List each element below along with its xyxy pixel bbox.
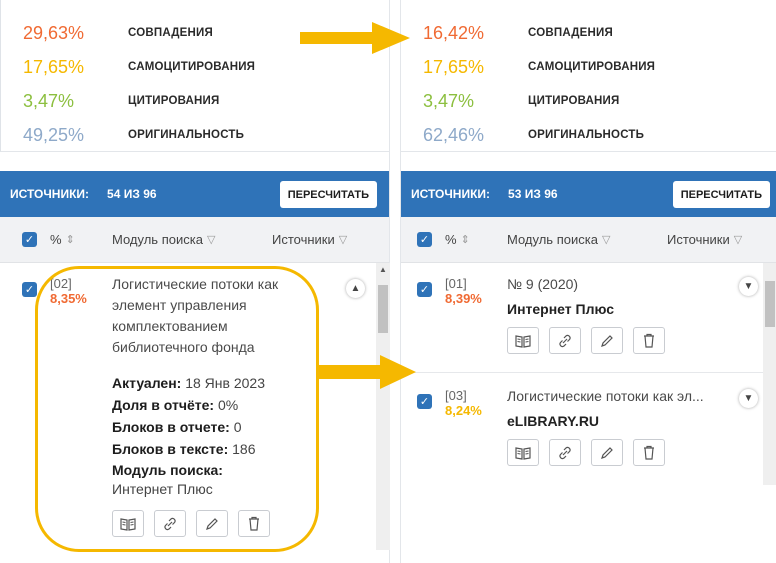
sort-percent[interactable]: % ⇕ bbox=[445, 232, 470, 247]
link-icon[interactable] bbox=[549, 439, 581, 466]
stat-pct: 49,25% bbox=[23, 124, 85, 145]
trash-icon[interactable] bbox=[633, 439, 665, 466]
stat-pct: 29,63% bbox=[23, 22, 85, 43]
source-index: [03] bbox=[445, 388, 467, 403]
source-index: [01] bbox=[445, 276, 467, 291]
filter-module[interactable]: Модуль поиска ▽ bbox=[112, 232, 215, 247]
source-name: Интернет Плюс bbox=[507, 301, 615, 317]
checkbox-icon: ✓ bbox=[417, 394, 432, 409]
source-tools bbox=[507, 439, 737, 466]
chevron-down-icon[interactable]: ▼ bbox=[739, 277, 758, 296]
stat-pct: 3,47% bbox=[23, 90, 75, 111]
source-details: № 9 (2020) Интернет Плюс bbox=[507, 274, 737, 354]
scrollbar-thumb[interactable] bbox=[765, 281, 775, 327]
sort-percent[interactable]: % ⇕ bbox=[50, 232, 75, 247]
checkbox-icon: ✓ bbox=[417, 282, 432, 297]
filter-icon: ▽ bbox=[601, 234, 611, 246]
link-icon[interactable] bbox=[549, 327, 581, 354]
stat-citation: 3,47% ЦИТИРОВАНИЯ bbox=[423, 84, 620, 118]
stat-label: ОРИГИНАЛЬНОСТЬ bbox=[528, 129, 645, 141]
stat-matches: 16,42% СОВПАДЕНИЯ bbox=[423, 16, 613, 50]
recalculate-button[interactable]: ПЕРЕСЧИТАТЬ bbox=[279, 181, 377, 208]
stat-label: СОВПАДЕНИЯ bbox=[128, 27, 213, 39]
chevron-down-icon[interactable]: ▼ bbox=[739, 389, 758, 408]
column-label: Модуль поиска bbox=[507, 232, 598, 247]
source-name: eLIBRARY.RU bbox=[507, 413, 600, 429]
source-checkbox[interactable]: ✓ bbox=[22, 280, 37, 298]
sort-icon: ⇕ bbox=[460, 234, 470, 246]
sources-title: ИСТОЧНИКИ: bbox=[10, 187, 90, 201]
column-label: % bbox=[445, 232, 457, 247]
highlight-outline bbox=[35, 266, 319, 552]
stat-originality: 62,46% ОРИГИНАЛЬНОСТЬ bbox=[423, 118, 644, 152]
filter-icon: ▽ bbox=[733, 234, 743, 246]
filter-icon: ▽ bbox=[338, 234, 348, 246]
column-label: % bbox=[50, 232, 62, 247]
stats-block: 16,42% СОВПАДЕНИЯ 17,65% САМОЦИТИРОВАНИЯ… bbox=[401, 0, 776, 152]
filter-sources[interactable]: Источники ▽ bbox=[667, 232, 742, 247]
scrollbar[interactable]: ▲ bbox=[376, 263, 390, 550]
source-checkbox[interactable]: ✓ bbox=[417, 392, 432, 410]
scrollbar-thumb[interactable] bbox=[378, 285, 388, 333]
source-tools bbox=[507, 327, 737, 354]
sources-title: ИСТОЧНИКИ: bbox=[411, 187, 491, 201]
stat-pct: 17,65% bbox=[23, 56, 85, 77]
column-label: Источники bbox=[272, 232, 335, 247]
filter-icon: ▽ bbox=[206, 234, 216, 246]
sources-header: ИСТОЧНИКИ: 54 ИЗ 96 ПЕРЕСЧИТАТЬ bbox=[0, 171, 389, 217]
stat-originality: 49,25% ОРИГИНАЛЬНОСТЬ bbox=[23, 118, 244, 152]
stat-self-citation: 17,65% САМОЦИТИРОВАНИЯ bbox=[23, 50, 255, 84]
stat-pct: 62,46% bbox=[423, 124, 485, 145]
row-divider bbox=[401, 372, 763, 373]
checkbox-icon: ✓ bbox=[22, 282, 37, 297]
source-title[interactable]: Логистические потоки как эл... bbox=[507, 386, 737, 407]
stat-pct: 17,65% bbox=[423, 56, 485, 77]
scrollbar[interactable] bbox=[763, 263, 776, 485]
sources-count: 54 ИЗ 96 bbox=[107, 187, 157, 201]
source-title[interactable]: № 9 (2020) bbox=[507, 274, 737, 295]
trash-icon[interactable] bbox=[633, 327, 665, 354]
stat-label: СОВПАДЕНИЯ bbox=[528, 27, 613, 39]
stat-self-citation: 17,65% САМОЦИТИРОВАНИЯ bbox=[423, 50, 655, 84]
stat-label: САМОЦИТИРОВАНИЯ bbox=[528, 61, 656, 73]
arrow-right-icon bbox=[318, 355, 416, 389]
column-label: Источники bbox=[667, 232, 730, 247]
chevron-up-icon[interactable]: ▲ bbox=[346, 279, 365, 298]
sort-icon: ⇕ bbox=[65, 234, 75, 246]
stat-label: САМОЦИТИРОВАНИЯ bbox=[128, 61, 256, 73]
stat-matches: 29,63% СОВПАДЕНИЯ bbox=[23, 16, 213, 50]
report-panel-after: 16,42% СОВПАДЕНИЯ 17,65% САМОЦИТИРОВАНИЯ… bbox=[400, 0, 776, 563]
scroll-up-arrow[interactable]: ▲ bbox=[379, 265, 387, 274]
stat-pct: 3,47% bbox=[423, 90, 475, 111]
book-icon[interactable] bbox=[507, 439, 539, 466]
stat-label: ЦИТИРОВАНИЯ bbox=[128, 95, 220, 107]
sources-header: ИСТОЧНИКИ: 53 ИЗ 96 ПЕРЕСЧИТАТЬ bbox=[401, 171, 776, 217]
source-percent: 8,39% bbox=[445, 291, 482, 306]
select-all-checkbox[interactable]: ✓ bbox=[22, 232, 37, 247]
column-header-row: ✓ % ⇕ Модуль поиска ▽ Источники ▽ bbox=[401, 217, 776, 263]
source-details: Логистические потоки как эл... eLIBRARY.… bbox=[507, 386, 737, 466]
source-index-block: [01] 8,39% bbox=[445, 276, 505, 306]
stat-label: ЦИТИРОВАНИЯ bbox=[528, 95, 620, 107]
pencil-icon[interactable] bbox=[591, 327, 623, 354]
column-header-row: ✓ % ⇕ Модуль поиска ▽ Источники ▽ bbox=[0, 217, 389, 263]
stat-pct: 16,42% bbox=[423, 22, 485, 43]
source-index-block: [03] 8,24% bbox=[445, 388, 505, 418]
filter-module[interactable]: Модуль поиска ▽ bbox=[507, 232, 610, 247]
recalculate-button[interactable]: ПЕРЕСЧИТАТЬ bbox=[672, 181, 770, 208]
stat-label: ОРИГИНАЛЬНОСТЬ bbox=[128, 129, 245, 141]
filter-sources[interactable]: Источники ▽ bbox=[272, 232, 347, 247]
column-label: Модуль поиска bbox=[112, 232, 203, 247]
sources-count: 53 ИЗ 96 bbox=[508, 187, 558, 201]
book-icon[interactable] bbox=[507, 327, 539, 354]
source-checkbox[interactable]: ✓ bbox=[417, 280, 432, 298]
pencil-icon[interactable] bbox=[591, 439, 623, 466]
source-percent: 8,24% bbox=[445, 403, 482, 418]
select-all-checkbox[interactable]: ✓ bbox=[417, 232, 432, 247]
arrow-right-icon bbox=[300, 22, 410, 54]
stat-citation: 3,47% ЦИТИРОВАНИЯ bbox=[23, 84, 220, 118]
